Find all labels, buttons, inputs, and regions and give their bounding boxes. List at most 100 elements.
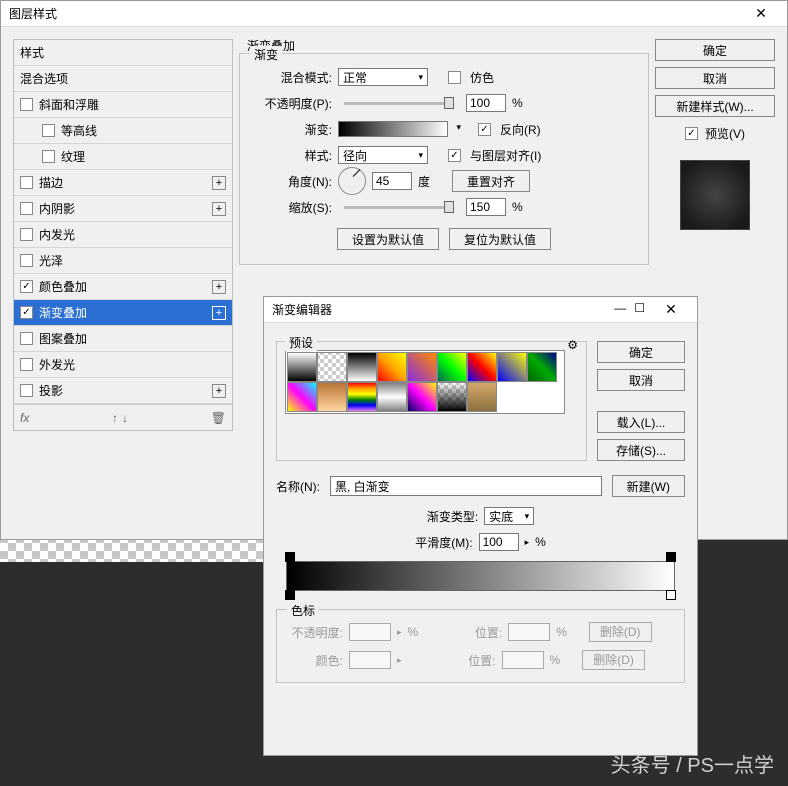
reset-default-button[interactable]: 复位为默认值 (449, 228, 551, 250)
new-button[interactable]: 新建(W) (612, 475, 685, 497)
style-texture[interactable]: 纹理 (14, 144, 232, 170)
stop-pos2-label: 位置: (440, 652, 496, 669)
delete-button[interactable]: 删除(D) (589, 622, 652, 642)
color-stop[interactable] (666, 590, 676, 600)
color-stop[interactable] (285, 590, 295, 600)
style-innerglow[interactable]: 内发光 (14, 222, 232, 248)
preset-swatch[interactable] (527, 352, 557, 382)
delete-button[interactable]: 删除(D) (582, 650, 645, 670)
make-default-button[interactable]: 设置为默认值 (337, 228, 439, 250)
maximize-icon[interactable]: ☐ (634, 301, 645, 318)
watermark: 头条号 / PS一点学 (611, 749, 774, 778)
stop-pos2-input[interactable] (502, 651, 544, 669)
add-icon[interactable]: + (212, 176, 226, 190)
add-icon[interactable]: + (212, 384, 226, 398)
scale-value[interactable]: 150 (466, 198, 506, 216)
style-select[interactable]: 径向 (338, 146, 428, 164)
preset-swatch[interactable] (407, 352, 437, 382)
style-dropshadow[interactable]: 投影+ (14, 378, 232, 404)
opacity-value[interactable]: 100 (466, 94, 506, 112)
angle-value[interactable]: 45 (372, 172, 412, 190)
blend-options-row[interactable]: 混合选项 (14, 66, 232, 92)
add-icon[interactable]: + (212, 202, 226, 216)
preset-swatch[interactable] (287, 352, 317, 382)
preset-swatch[interactable] (467, 382, 497, 412)
ge-load-button[interactable]: 载入(L)... (597, 411, 685, 433)
reverse-checkbox[interactable] (478, 123, 491, 136)
style-satin[interactable]: 光泽 (14, 248, 232, 274)
name-label: 名称(N): (276, 478, 320, 495)
stops-group: 色标 不透明度: ▸ % 位置: % 删除(D) 颜色: ▸ 位置: % (276, 609, 685, 683)
stop-color-input[interactable] (349, 651, 391, 669)
cancel-button[interactable]: 取消 (655, 67, 775, 89)
opacity-stop[interactable] (666, 552, 676, 562)
preset-swatches (285, 350, 565, 414)
opacity-stop[interactable] (285, 552, 295, 562)
stop-pos-input[interactable] (508, 623, 550, 641)
style-innershadow[interactable]: 内阴影+ (14, 196, 232, 222)
preset-swatch[interactable] (377, 352, 407, 382)
subgroup-label: 渐变 (250, 46, 282, 63)
smooth-value[interactable]: 100 (479, 533, 519, 551)
trash-icon[interactable]: 🗑 (211, 411, 226, 425)
align-label: 与图层对齐(I) (470, 147, 541, 164)
preset-swatch[interactable] (317, 382, 347, 412)
reset-align-button[interactable]: 重置对齐 (452, 170, 530, 192)
stop-pos-label: 位置: (446, 624, 502, 641)
preset-swatch[interactable] (377, 382, 407, 412)
blendmode-select[interactable]: 正常 (338, 68, 428, 86)
presets-group: 预设 ⚙︎ (276, 341, 587, 461)
ok-button[interactable]: 确定 (655, 39, 775, 61)
style-contour[interactable]: 等高线 (14, 118, 232, 144)
preview-checkbox[interactable] (685, 127, 698, 140)
style-bevel[interactable]: 斜面和浮雕 (14, 92, 232, 118)
minimize-icon[interactable]: — (614, 301, 626, 318)
style-patternoverlay[interactable]: 图案叠加 (14, 326, 232, 352)
styles-header: 样式 (14, 40, 232, 66)
ge-titlebar: 渐变编辑器 — ☐ ✕ (264, 297, 697, 323)
up-icon[interactable]: ↑ (112, 411, 118, 425)
preset-swatch[interactable] (317, 352, 347, 382)
gradtype-select[interactable]: 实底 (484, 507, 534, 525)
fx-icon[interactable]: fx (20, 411, 29, 425)
opacity-label: 不透明度(P): (252, 95, 332, 112)
gradtype-label: 渐变类型: (427, 508, 478, 525)
stop-color-label: 颜色: (287, 652, 343, 669)
preset-swatch[interactable] (437, 352, 467, 382)
canvas-dark-right (697, 540, 788, 562)
align-checkbox[interactable] (448, 149, 461, 162)
angle-dial[interactable] (338, 167, 366, 195)
close-icon[interactable]: ✕ (743, 5, 779, 22)
gradient-label: 渐变: (252, 121, 332, 138)
gradient-picker[interactable] (338, 121, 448, 137)
down-icon[interactable]: ↓ (122, 411, 128, 425)
gradient-bar[interactable] (286, 561, 675, 591)
ge-cancel-button[interactable]: 取消 (597, 369, 685, 391)
add-icon[interactable]: + (212, 280, 226, 294)
preset-swatch[interactable] (467, 352, 497, 382)
style-gradoverlay[interactable]: 渐变叠加+ (14, 300, 232, 326)
ge-ok-button[interactable]: 确定 (597, 341, 685, 363)
scale-slider[interactable] (344, 206, 454, 209)
add-icon[interactable]: + (212, 306, 226, 320)
preset-swatch[interactable] (347, 382, 377, 412)
close-icon[interactable]: ✕ (653, 301, 689, 318)
stop-opacity-input[interactable] (349, 623, 391, 641)
preset-swatch[interactable] (347, 352, 377, 382)
preset-swatch[interactable] (287, 382, 317, 412)
style-outerglow[interactable]: 外发光 (14, 352, 232, 378)
name-input[interactable]: 黑, 白渐变 (330, 476, 602, 496)
preset-swatch[interactable] (437, 382, 467, 412)
style-stroke[interactable]: 描边+ (14, 170, 232, 196)
dialog-title: 图层样式 (9, 5, 57, 22)
newstyle-button[interactable]: 新建样式(W)... (655, 95, 775, 117)
angle-label: 角度(N): (252, 173, 332, 190)
preset-swatch[interactable] (497, 352, 527, 382)
preset-swatch[interactable] (407, 382, 437, 412)
preview-label: 预览(V) (705, 125, 745, 142)
dither-checkbox[interactable] (448, 71, 461, 84)
style-coloroverlay[interactable]: 颜色叠加+ (14, 274, 232, 300)
gear-icon[interactable]: ⚙︎ (567, 338, 578, 352)
opacity-slider[interactable] (344, 102, 454, 105)
ge-save-button[interactable]: 存储(S)... (597, 439, 685, 461)
